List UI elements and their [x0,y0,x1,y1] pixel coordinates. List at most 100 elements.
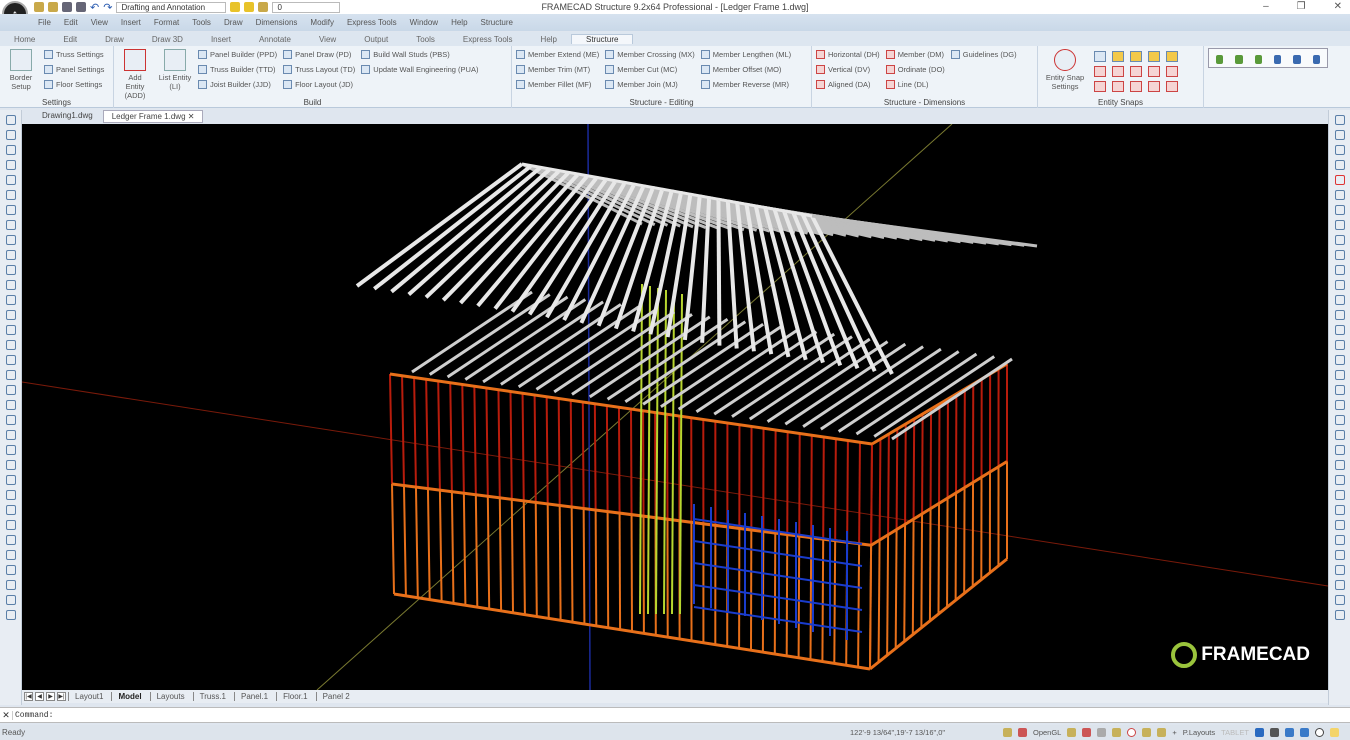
tool-icon[interactable] [1334,235,1345,245]
close-command-icon[interactable]: ✕ [0,710,12,721]
tool-icon[interactable] [5,430,16,440]
minimize-icon[interactable]: – [1263,1,1269,12]
guidelines-button[interactable]: Guidelines (DG) [950,49,1017,60]
tool-icon[interactable] [5,580,16,590]
truss-builder-button[interactable]: Truss Builder (TTD) [198,64,277,75]
print-icon[interactable] [76,2,86,12]
tool-icon[interactable] [5,310,16,320]
workspace-select[interactable]: Drafting and Annotation [116,1,227,13]
tool-icon[interactable] [5,610,16,620]
snap-mode-icon[interactable] [1130,66,1142,77]
polar-icon[interactable] [1082,728,1092,737]
snap-icon[interactable] [1003,728,1012,737]
joist-builder-button[interactable]: Joist Builder (JJD) [198,79,277,90]
tool-icon[interactable] [5,160,16,170]
floor-layout-button[interactable]: Floor Layout (JD) [283,79,355,90]
first-tab-button[interactable]: |◀ [24,692,33,701]
member-offset-button[interactable]: Member Offset (MO) [700,64,791,75]
truss-settings-button[interactable]: Truss Settings [44,49,104,60]
panel-builder-button[interactable]: Panel Builder (PPD) [198,49,277,60]
tab-express-tools[interactable]: Express Tools [449,35,527,44]
tab-insert[interactable]: Insert [197,35,245,44]
tool-icon[interactable] [5,550,16,560]
tool-icon[interactable] [1334,505,1345,515]
add-entity-button[interactable]: Add Entity (ADD) [118,49,152,100]
list-entity-button[interactable]: List Entity (LI) [158,49,192,100]
build-wall-studs-button[interactable]: Build Wall Studs (PBS) [361,49,478,60]
tool-icon[interactable] [5,250,16,260]
menu-structure[interactable]: Structure [481,18,513,27]
clean-screen-icon[interactable] [1314,728,1324,737]
menu-edit[interactable]: Edit [64,18,78,27]
tool-icon[interactable] [1334,355,1345,365]
close-tab-icon[interactable]: ✕ [186,112,195,121]
tool-icon[interactable] [1334,595,1345,605]
tool-icon[interactable] [5,415,16,425]
panel-settings-button[interactable]: Panel Settings [44,64,104,75]
tool-icon[interactable] [1334,130,1345,140]
tool-icon[interactable] [1334,520,1345,530]
member-cut-button[interactable]: Member Cut (MC) [605,64,695,75]
tool-icon[interactable] [5,280,16,290]
tool-icon[interactable] [5,145,16,155]
redo-icon[interactable]: ↷ [103,1,112,14]
snap-mode-icon[interactable] [1166,81,1178,92]
sun-icon[interactable] [244,2,255,12]
snap-mode-icon[interactable] [1130,81,1142,92]
tool-icon[interactable] [1334,265,1345,275]
pan-icon[interactable] [1293,55,1301,64]
update-wall-engineering-button[interactable]: Update Wall Engineering (PUA) [361,64,478,75]
tool-icon[interactable] [1334,325,1345,335]
tool-icon[interactable] [5,265,16,275]
tool-icon[interactable] [5,190,16,200]
member-join-button[interactable]: Member Join (MJ) [605,79,695,90]
member-lengthen-button[interactable]: Member Lengthen (ML) [700,49,791,60]
menu-dimensions[interactable]: Dimensions [256,18,298,27]
tool-icon[interactable] [1334,535,1345,545]
tab-draw-3d[interactable]: Draw 3D [138,35,197,44]
tool-icon[interactable] [1334,280,1345,290]
next-tab-button[interactable]: ▶ [46,692,55,701]
tool-icon[interactable] [1334,415,1345,425]
command-input[interactable] [53,708,1350,722]
lightbulb-icon[interactable] [230,2,241,12]
tool-icon[interactable] [1334,220,1345,230]
aligned-button[interactable]: Aligned (DA) [816,79,880,90]
tool-icon[interactable] [5,205,16,215]
opengl-toggle[interactable]: OpenGL [1030,728,1064,737]
layout-tab-truss-1[interactable]: Truss.1 [192,692,232,701]
tool-icon[interactable] [1334,400,1345,410]
layout-tab-model[interactable]: Model [111,692,147,701]
layout-tab-layouts[interactable]: Layouts [149,692,191,701]
layout-tab-panel-1[interactable]: Panel.1 [233,692,274,701]
menu-help[interactable]: Help [451,18,467,27]
model-viewport[interactable]: FRAMECAD [22,124,1328,690]
tool-icon[interactable] [1334,475,1345,485]
restore-icon[interactable]: ❐ [1297,1,1306,12]
viewport-icon[interactable] [1284,728,1294,737]
ordinate-button[interactable]: Ordinate (DO) [885,64,945,75]
tool-icon[interactable] [1334,250,1345,260]
windows-icon[interactable] [1299,728,1309,737]
tool-icon[interactable] [1334,190,1345,200]
snap-mode-icon[interactable] [1148,81,1160,92]
layout-tab-layout1[interactable]: Layout1 [68,692,109,701]
tool-icon[interactable] [1334,430,1345,440]
tab-help[interactable]: Help [527,35,571,44]
member-extend-button[interactable]: Member Extend (ME) [516,49,599,60]
tool-icon[interactable] [1334,115,1345,125]
osnap-icon[interactable] [1097,728,1107,737]
tool-icon[interactable] [5,130,16,140]
view-icon[interactable] [1254,55,1262,64]
menu-modify[interactable]: Modify [310,18,334,27]
tool-icon[interactable] [1334,175,1345,185]
tool-icon[interactable] [1334,160,1345,170]
member-reverse-button[interactable]: Member Reverse (MR) [700,79,791,90]
tool-icon[interactable] [1334,445,1345,455]
new-icon[interactable] [34,2,44,12]
tool-icon[interactable] [5,595,16,605]
tool-icon[interactable] [1334,610,1345,620]
tool-icon[interactable] [1334,340,1345,350]
user-icon[interactable] [1269,728,1279,737]
panel-draw-button[interactable]: Panel Draw (PD) [283,49,355,60]
